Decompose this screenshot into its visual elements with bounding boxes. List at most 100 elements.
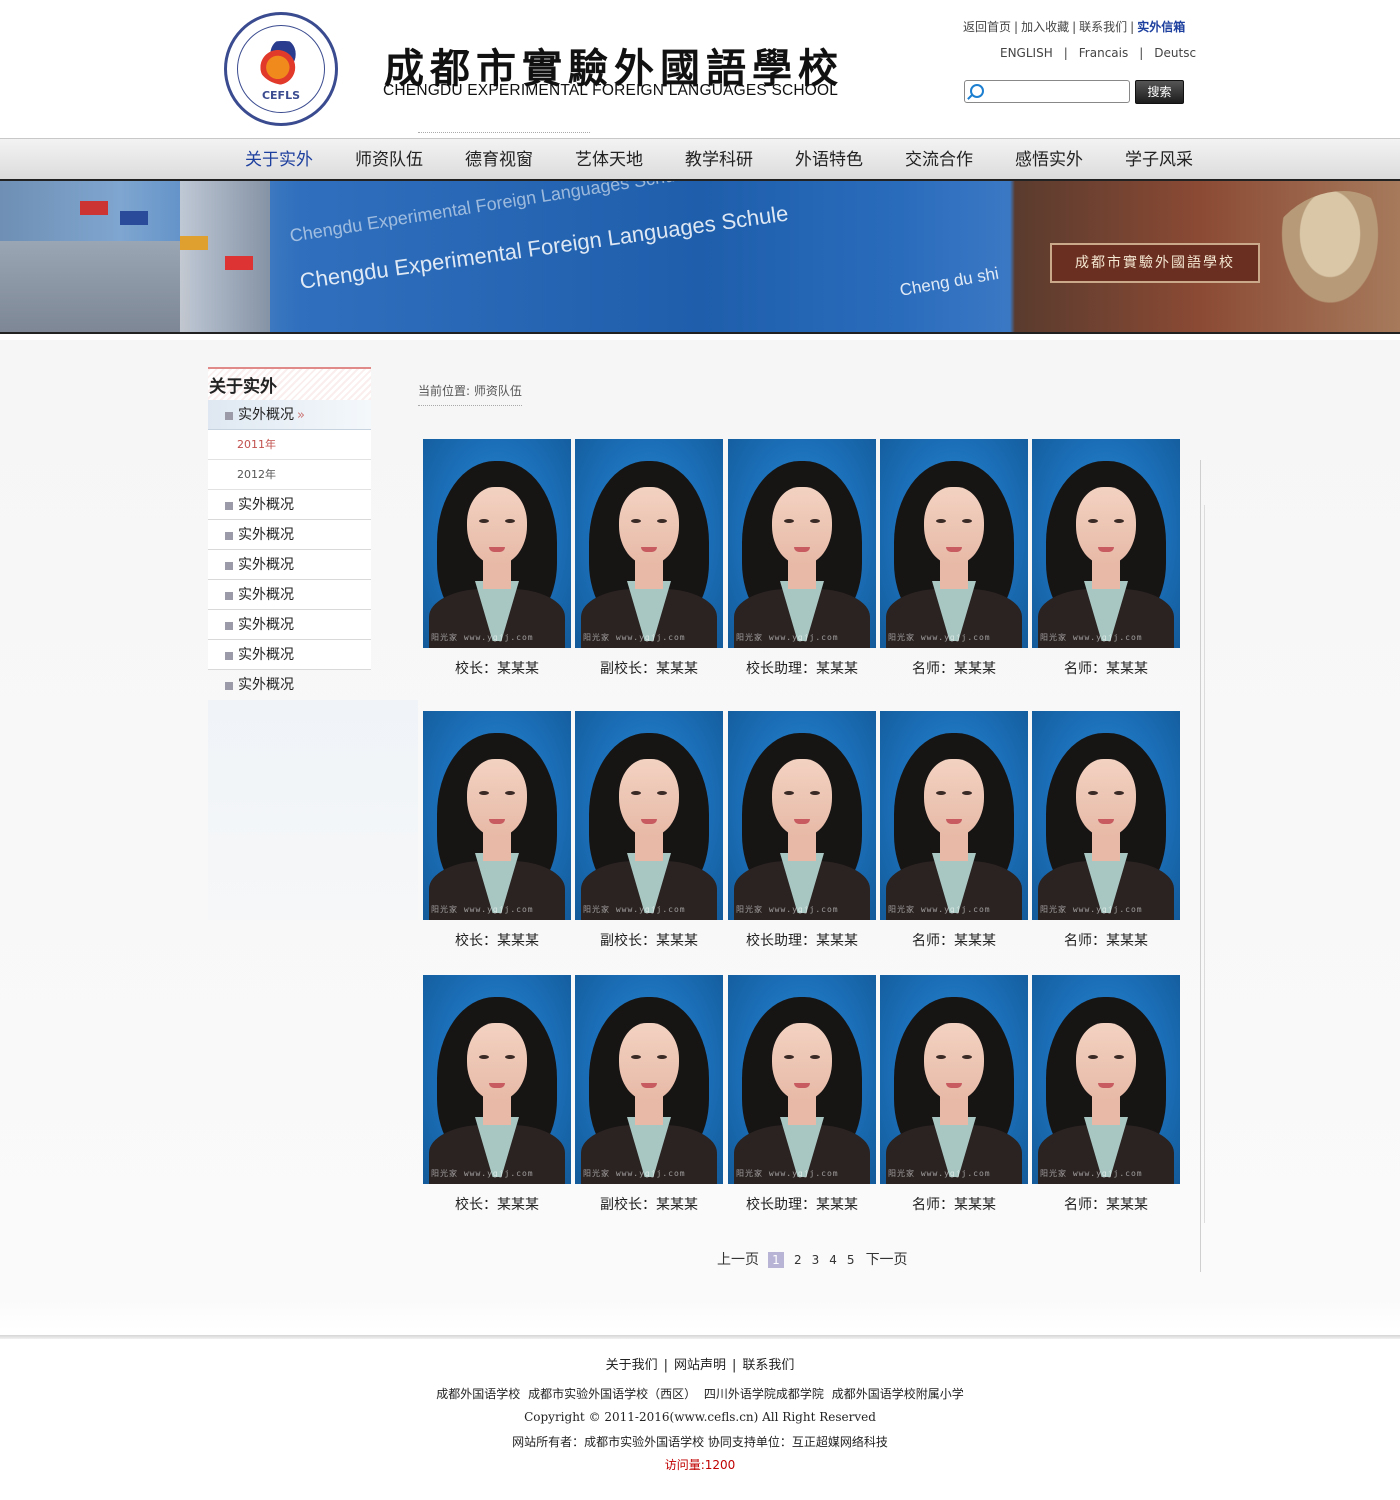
nav-item-about[interactable]: 关于实外 [224,139,334,179]
staff-card[interactable]: 阳光家 www.ygjj.com 副校长：某某某 [575,975,723,1214]
staff-photo[interactable]: 阳光家 www.ygjj.com [423,439,571,648]
sidebar-item-overview[interactable]: 实外概况» [208,400,371,430]
nav-item-exchange[interactable]: 交流合作 [884,139,994,179]
page-link[interactable]: 4 [829,1253,837,1267]
staff-caption[interactable]: 名师：某某某 [1032,930,1180,950]
footer-school-link[interactable]: 成都市实验外国语学校（西区） [528,1387,696,1401]
sidebar-item-label: 实外概况 [238,557,294,573]
staff-caption[interactable]: 名师：某某某 [1032,658,1180,678]
lang-english[interactable]: ENGLISH [1000,46,1053,60]
prev-page-link[interactable]: 上一页 [717,1249,759,1269]
site-footer: 关于我们 | 网站声明 | 联系我们 成都外国语学校 成都市实验外国语学校（西区） 四川… [0,1339,1400,1500]
staff-card[interactable]: 阳光家 www.ygjj.com 校长助理：某某某 [728,711,876,950]
staff-card[interactable]: 阳光家 www.ygjj.com 名师：某某某 [1032,711,1180,950]
logo-abbr: CEFLS [261,89,301,102]
staff-photo[interactable]: 阳光家 www.ygjj.com [880,975,1028,1184]
footer-link-contact[interactable]: 联系我们 [742,1358,794,1373]
top-link-mailbox[interactable]: 实外信箱 [1137,20,1185,34]
sidebar-item-overview[interactable]: 实外概况 [208,490,371,520]
staff-card[interactable]: 阳光家 www.ygjj.com 校长：某某某 [423,975,571,1214]
staff-caption[interactable]: 校长助理：某某某 [728,658,876,678]
staff-caption[interactable]: 校长：某某某 [423,658,571,678]
page-link[interactable]: 3 [812,1253,820,1267]
sidebar-item-overview[interactable]: 实外概况 [208,670,371,700]
photo-watermark: 阳光家 www.ygjj.com [583,633,686,642]
photo-part [794,1083,810,1088]
sidebar-item-overview[interactable]: 实外概况 [208,580,371,610]
staff-card[interactable]: 阳光家 www.ygjj.com 名师：某某某 [1032,439,1180,678]
photo-part [772,1023,832,1101]
staff-caption[interactable]: 副校长：某某某 [575,1194,723,1214]
sidebar-item-overview[interactable]: 实外概况 [208,640,371,670]
school-logo[interactable]: CEFLS [224,12,338,126]
lang-french[interactable]: Francais [1079,46,1128,60]
staff-photo[interactable]: 阳光家 www.ygjj.com [423,711,571,920]
page-link-current[interactable]: 1 [768,1252,784,1268]
nav-item-student-style[interactable]: 学子风采 [1104,139,1214,179]
staff-photo[interactable]: 阳光家 www.ygjj.com [1032,975,1180,1184]
staff-caption[interactable]: 校长：某某某 [423,1194,571,1214]
staff-caption[interactable]: 校长助理：某某某 [728,1194,876,1214]
nav-item-language-features[interactable]: 外语特色 [774,139,884,179]
lang-german[interactable]: Deutsc [1154,46,1196,60]
footer-school-link[interactable]: 成都外国语学校附属小学 [832,1387,964,1401]
breadcrumb-label: 当前位置: [418,384,471,398]
staff-photo[interactable]: 阳光家 www.ygjj.com [880,711,1028,920]
sidebar-item-overview[interactable]: 实外概况 [208,550,371,580]
photo-part [619,487,679,565]
staff-photo[interactable]: 阳光家 www.ygjj.com [1032,711,1180,920]
top-link-home[interactable]: 返回首页 [963,20,1011,34]
sidebar-title: 关于实外 [208,367,371,400]
sidebar-item-overview[interactable]: 实外概况 [208,520,371,550]
staff-photo[interactable]: 阳光家 www.ygjj.com [1032,439,1180,648]
sidebar-subitem-2012[interactable]: 2012年 [208,460,371,490]
footer-school-link[interactable]: 成都外国语学校 [436,1387,520,1401]
staff-card[interactable]: 阳光家 www.ygjj.com 名师：某某某 [880,975,1028,1214]
staff-photo[interactable]: 阳光家 www.ygjj.com [423,975,571,1184]
staff-card[interactable]: 阳光家 www.ygjj.com 名师：某某某 [1032,975,1180,1214]
staff-card[interactable]: 阳光家 www.ygjj.com 名师：某某某 [880,439,1028,678]
staff-caption[interactable]: 校长：某某某 [423,930,571,950]
nav-item-reflections[interactable]: 感悟实外 [994,139,1104,179]
nav-item-faculty[interactable]: 师资队伍 [334,139,444,179]
staff-caption[interactable]: 副校长：某某某 [575,930,723,950]
staff-caption[interactable]: 名师：某某某 [880,930,1028,950]
staff-card[interactable]: 阳光家 www.ygjj.com 校长助理：某某某 [728,975,876,1214]
sidebar-item-label: 实外概况 [238,497,294,513]
staff-photo[interactable]: 阳光家 www.ygjj.com [728,439,876,648]
staff-card[interactable]: 阳光家 www.ygjj.com 名师：某某某 [880,711,1028,950]
staff-card[interactable]: 阳光家 www.ygjj.com 校长：某某某 [423,711,571,950]
staff-card[interactable]: 阳光家 www.ygjj.com 副校长：某某某 [575,439,723,678]
nav-item-moral-education[interactable]: 德育视窗 [444,139,554,179]
staff-photo[interactable]: 阳光家 www.ygjj.com [728,711,876,920]
next-page-link[interactable]: 下一页 [866,1249,908,1269]
staff-caption[interactable]: 名师：某某某 [880,658,1028,678]
staff-caption[interactable]: 名师：某某某 [880,1194,1028,1214]
school-name-en: CHENGDU EXPERIMENTAL FOREIGN LANGUAGES S… [383,82,839,99]
footer-link-about[interactable]: 关于我们 [606,1358,658,1373]
staff-caption[interactable]: 副校长：某某某 [575,658,723,678]
footer-link-statement[interactable]: 网站声明 [674,1358,726,1373]
page-link[interactable]: 5 [847,1253,855,1267]
search-button[interactable]: 搜索 [1135,80,1184,104]
staff-caption[interactable]: 校长助理：某某某 [728,930,876,950]
sidebar-item-overview[interactable]: 实外概况 [208,610,371,640]
nav-item-arts-sports[interactable]: 艺体天地 [554,139,664,179]
staff-card[interactable]: 阳光家 www.ygjj.com 校长：某某某 [423,439,571,678]
footer-school-link[interactable]: 四川外语学院成都学院 [704,1387,824,1401]
page-link[interactable]: 2 [794,1253,802,1267]
staff-card[interactable]: 阳光家 www.ygjj.com 校长助理：某某某 [728,439,876,678]
staff-photo[interactable]: 阳光家 www.ygjj.com [575,975,723,1184]
staff-caption[interactable]: 名师：某某某 [1032,1194,1180,1214]
top-link-contact[interactable]: 联系我们 [1079,20,1127,34]
search-input[interactable] [989,83,1127,100]
top-link-favorite[interactable]: 加入收藏 [1021,20,1069,34]
staff-photo[interactable]: 阳光家 www.ygjj.com [575,711,723,920]
staff-photo[interactable]: 阳光家 www.ygjj.com [575,439,723,648]
breadcrumb-current[interactable]: 师资队伍 [474,384,522,398]
sidebar-subitem-2011[interactable]: 2011年 [208,430,371,460]
nav-item-teaching-research[interactable]: 教学科研 [664,139,774,179]
staff-photo[interactable]: 阳光家 www.ygjj.com [728,975,876,1184]
staff-photo[interactable]: 阳光家 www.ygjj.com [880,439,1028,648]
staff-card[interactable]: 阳光家 www.ygjj.com 副校长：某某某 [575,711,723,950]
